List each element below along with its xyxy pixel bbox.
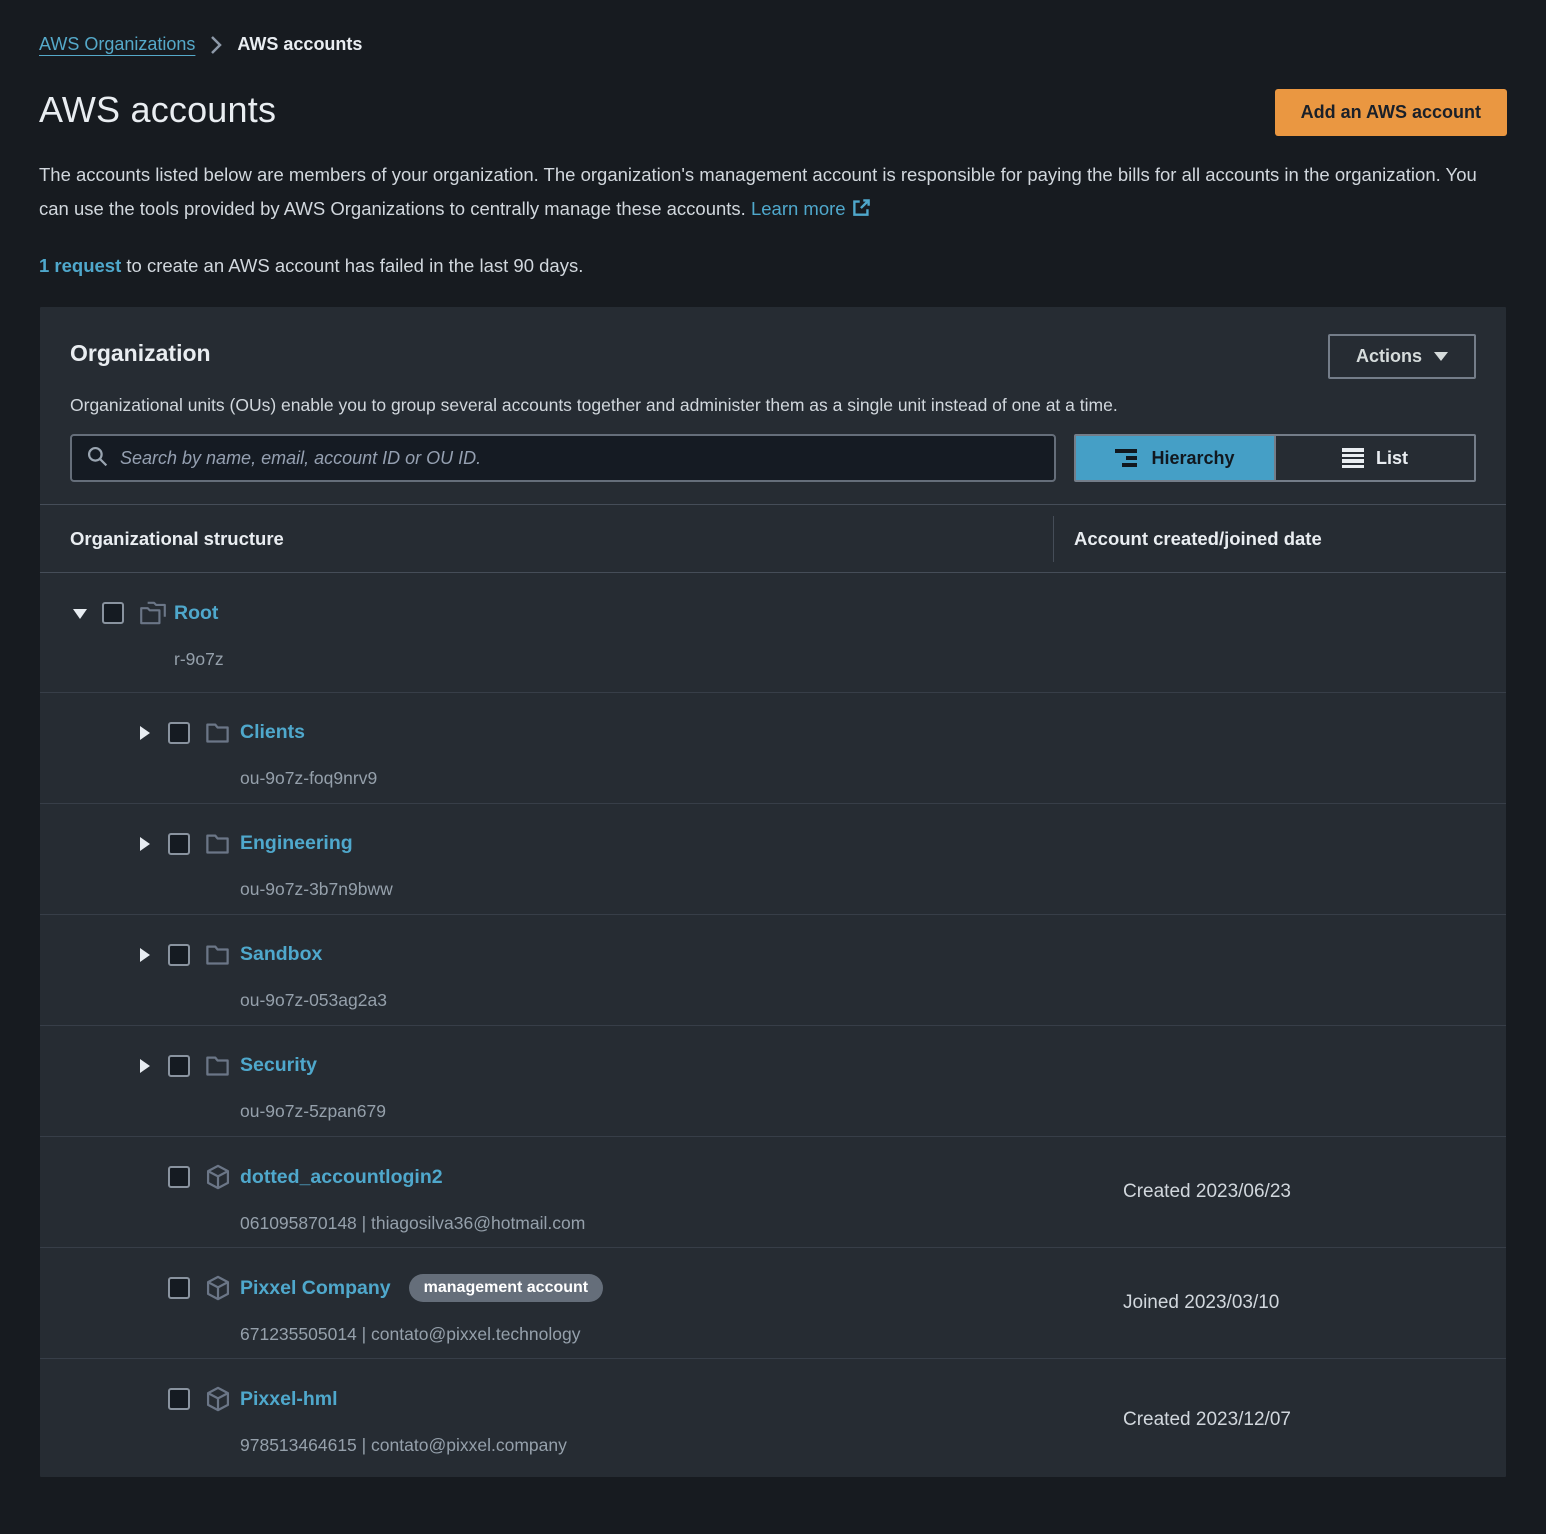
- account-cube-icon: [204, 1274, 240, 1302]
- failed-request-text: to create an AWS account has failed in t…: [121, 255, 583, 276]
- breadcrumb-chevron-icon: [209, 35, 223, 55]
- search-input[interactable]: [120, 448, 1040, 469]
- row-checkbox[interactable]: [168, 833, 190, 855]
- account-date: Joined 2023/03/10: [1053, 1248, 1506, 1358]
- ou-name-link[interactable]: Security: [240, 1054, 317, 1077]
- caret-down-icon: [1434, 352, 1448, 361]
- account-name-link[interactable]: Pixxel-hml: [240, 1388, 338, 1411]
- account-date: [1053, 915, 1506, 1025]
- account-row: Pixxel-hml 978513464615 | contato@pixxel.…: [40, 1359, 1506, 1480]
- folder-icon: [204, 719, 240, 746]
- ou-row: Sandbox ou-9o7z-053ag2a3: [40, 915, 1506, 1026]
- ou-row: Clients ou-9o7z-foq9nrv9: [40, 693, 1506, 804]
- ou-id: ou-9o7z-foq9nrv9: [240, 768, 1053, 789]
- account-id-email: 061095870148 | thiagosilva36@hotmail.com: [240, 1213, 1053, 1234]
- ou-row: Root r-9o7z: [40, 573, 1506, 693]
- page-title: AWS accounts: [39, 89, 276, 131]
- ou-row: Security ou-9o7z-5zpan679: [40, 1026, 1506, 1137]
- search-box[interactable]: [70, 434, 1056, 482]
- expand-caret-icon[interactable]: [138, 836, 168, 852]
- folder-icon: [204, 830, 240, 857]
- ou-id: ou-9o7z-3b7n9bww: [240, 879, 1053, 900]
- organization-panel-description: Organizational units (OUs) enable you to…: [70, 395, 1476, 416]
- actions-button-label: Actions: [1356, 346, 1422, 367]
- organization-tree: Root r-9o7z Clients ou-9o7z-foq9nrv9 Enginee…: [40, 573, 1506, 1480]
- account-row: Pixxel Company management account 67123550…: [40, 1248, 1506, 1359]
- actions-button[interactable]: Actions: [1328, 334, 1476, 379]
- account-cube-icon: [204, 1163, 240, 1191]
- row-checkbox[interactable]: [168, 722, 190, 744]
- management-account-badge: management account: [409, 1274, 603, 1302]
- row-checkbox[interactable]: [168, 1166, 190, 1188]
- organization-panel-title: Organization: [70, 334, 211, 367]
- search-icon: [86, 445, 108, 472]
- root-folders-icon: [138, 599, 174, 627]
- add-aws-account-button[interactable]: Add an AWS account: [1275, 89, 1507, 136]
- column-header-account-created-joined-date: Account created/joined date: [1053, 516, 1506, 562]
- collapse-caret-icon[interactable]: [72, 607, 102, 620]
- breadcrumb-current: AWS accounts: [237, 34, 362, 55]
- external-link-icon: [852, 194, 871, 228]
- account-name-link[interactable]: dotted_accountlogin2: [240, 1166, 443, 1189]
- account-row: dotted_accountlogin2 061095870148 | thiag…: [40, 1137, 1506, 1248]
- account-cube-icon: [204, 1385, 240, 1413]
- ou-id: ou-9o7z-5zpan679: [240, 1101, 1053, 1122]
- folder-icon: [204, 1052, 240, 1079]
- list-icon: [1342, 448, 1364, 468]
- ou-row: Engineering ou-9o7z-3b7n9bww: [40, 804, 1506, 915]
- failed-request-link[interactable]: 1 request: [39, 255, 121, 276]
- page: AWS Organizations AWS accounts AWS accou…: [0, 0, 1546, 1477]
- breadcrumb: AWS Organizations AWS accounts: [39, 34, 1507, 55]
- ou-id: ou-9o7z-053ag2a3: [240, 990, 1053, 1011]
- hierarchy-icon: [1115, 449, 1139, 467]
- row-checkbox[interactable]: [168, 1055, 190, 1077]
- ou-name-link[interactable]: Clients: [240, 721, 305, 744]
- account-date: Created 2023/06/23: [1053, 1137, 1506, 1247]
- row-checkbox[interactable]: [168, 1388, 190, 1410]
- ou-name-link[interactable]: Root: [174, 602, 218, 625]
- folder-icon: [204, 941, 240, 968]
- learn-more-link[interactable]: Learn more: [751, 198, 846, 219]
- ou-id: r-9o7z: [174, 649, 1053, 670]
- row-checkbox[interactable]: [168, 944, 190, 966]
- account-date: [1053, 693, 1506, 803]
- hierarchy-toggle-button[interactable]: Hierarchy: [1076, 436, 1274, 480]
- breadcrumb-link-aws-organizations[interactable]: AWS Organizations: [39, 34, 195, 55]
- account-id-email: 671235505014 | contato@pixxel.technology: [240, 1324, 1053, 1345]
- expand-caret-icon[interactable]: [138, 1058, 168, 1074]
- expand-caret-icon[interactable]: [138, 725, 168, 741]
- column-header-organizational-structure: Organizational structure: [40, 528, 1053, 550]
- list-toggle-label: List: [1376, 448, 1408, 469]
- row-checkbox[interactable]: [102, 602, 124, 624]
- account-name-link[interactable]: Pixxel Company: [240, 1277, 391, 1300]
- account-date: Created 2023/12/07: [1053, 1359, 1506, 1480]
- account-date: [1053, 804, 1506, 914]
- expand-caret-icon[interactable]: [138, 947, 168, 963]
- organization-panel: Organization Actions Organizational unit…: [40, 307, 1506, 1477]
- failed-request-notice: 1 request to create an AWS account has f…: [39, 255, 1507, 277]
- hierarchy-toggle-label: Hierarchy: [1151, 448, 1234, 469]
- account-date: [1053, 1026, 1506, 1136]
- list-toggle-button[interactable]: List: [1274, 436, 1474, 480]
- view-toggle: Hierarchy List: [1074, 434, 1476, 482]
- ou-name-link[interactable]: Sandbox: [240, 943, 322, 966]
- account-id-email: 978513464615 | contato@pixxel.company: [240, 1435, 1053, 1456]
- row-checkbox[interactable]: [168, 1277, 190, 1299]
- ou-name-link[interactable]: Engineering: [240, 832, 353, 855]
- table-header: Organizational structure Account created…: [40, 504, 1506, 573]
- page-description: The accounts listed below are members of…: [39, 158, 1507, 228]
- account-date: [1053, 573, 1506, 692]
